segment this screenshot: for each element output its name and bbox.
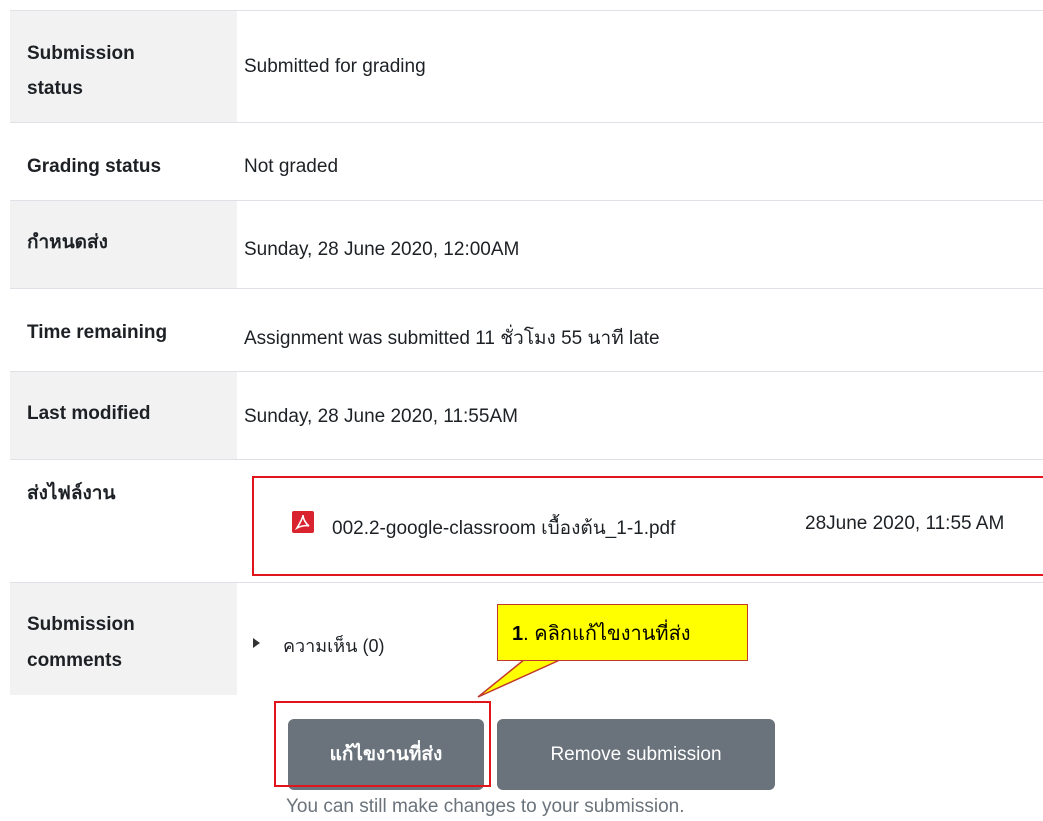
row-time-remaining: Time remaining Assignment was submitted … [10, 289, 1043, 372]
row-last-modified: Last modified Sunday, 28 June 2020, 11:5… [10, 372, 1043, 460]
row-header: Last modified [10, 372, 237, 459]
row-submission-status: Submission status Submitted for grading [10, 11, 1043, 123]
file-highlight-box: 002.2-google-classroom เบื้องต้น_1-1.pdf… [252, 476, 1043, 576]
row-header: Time remaining [10, 289, 237, 371]
submission-status-table: Submission status Submitted for grading … [10, 10, 1043, 695]
row-value: Sunday, 28 June 2020, 12:00AM [244, 239, 520, 260]
row-header: Grading status [10, 123, 237, 200]
file-link[interactable]: 002.2-google-classroom เบื้องต้น_1-1.pdf [332, 513, 675, 543]
row-label: Submission [27, 614, 135, 635]
row-label: comments [27, 650, 123, 671]
row-value: Sunday, 28 June 2020, 11:55AM [244, 406, 518, 427]
row-label: Time remaining [27, 322, 168, 343]
comments-toggle[interactable]: ความเห็น (0) [283, 631, 384, 660]
row-value: Submitted for grading [244, 56, 426, 77]
row-value: Not graded [244, 156, 339, 177]
row-value: Assignment was submitted 11 ชั่วโมง 55 น… [244, 328, 660, 349]
row-header: กำหนดส่ง [10, 201, 237, 288]
remove-submission-button[interactable]: Remove submission [497, 719, 775, 790]
callout-text: . คลิกแก้ไขงานที่ส่ง [523, 623, 691, 645]
help-note: You can still make changes to your submi… [286, 796, 685, 817]
pdf-icon [292, 511, 314, 533]
row-label: Submission [27, 43, 135, 64]
row-label: Grading status [27, 156, 162, 177]
row-label: status [27, 78, 83, 99]
row-header: Submission status [10, 11, 237, 122]
row-header: Submission comments [10, 583, 237, 695]
row-header: ส่งไฟล์งาน [10, 460, 237, 582]
caret-right-icon[interactable] [253, 638, 260, 648]
file-date: 28June 2020, 11:55 AM [805, 513, 1005, 534]
edit-submission-button[interactable]: แก้ไขงานที่ส่ง [288, 719, 484, 790]
row-label: ส่งไฟล์งาน [27, 483, 116, 504]
row-label: Last modified [27, 403, 151, 424]
row-grading-status: Grading status Not graded [10, 123, 1043, 201]
annotation-callout: 1. คลิกแก้ไขงานที่ส่ง [497, 604, 748, 661]
callout-number: 1 [512, 623, 524, 645]
row-due-date: กำหนดส่ง Sunday, 28 June 2020, 12:00AM [10, 201, 1043, 289]
row-label: กำหนดส่ง [27, 232, 108, 253]
